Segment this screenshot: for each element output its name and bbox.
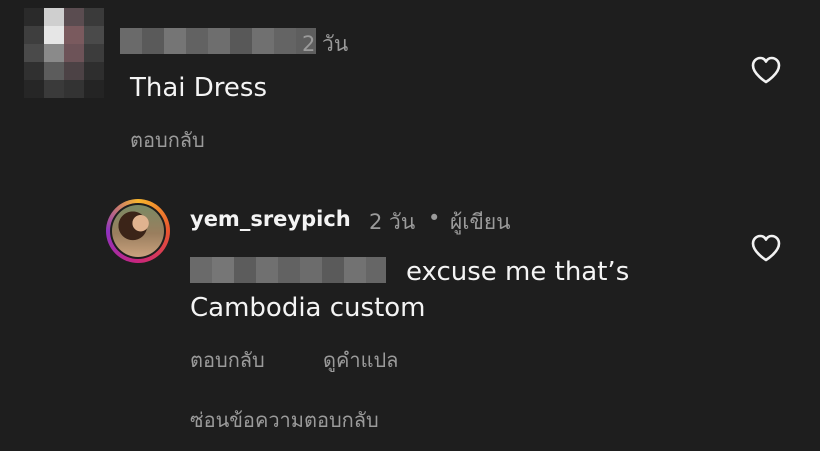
reply-reply-button[interactable]: ตอบกลับ (190, 344, 265, 376)
reply-text-line1: excuse me that’s (406, 257, 630, 287)
avatar-inner-ring (110, 203, 166, 259)
commenter-avatar-blurred[interactable] (24, 8, 104, 98)
reply-timestamp: 2 วัน (369, 210, 416, 234)
comment-timestamp: 2 วัน (302, 32, 349, 56)
reply-author-avatar[interactable] (106, 199, 170, 263)
reply-like-heart-icon[interactable] (750, 233, 782, 263)
commenter-username-blurred[interactable] (120, 28, 316, 54)
reply-username[interactable]: yem_sreypich (190, 207, 351, 231)
avatar-photo (112, 205, 164, 257)
comment-like-heart-icon[interactable] (750, 55, 782, 85)
hide-replies-button[interactable]: ซ่อนข้อความตอบกลับ (190, 404, 379, 436)
author-badge: ผู้เขียน (450, 210, 511, 234)
comment-reply-button[interactable]: ตอบกลับ (130, 124, 205, 156)
reply-text-line2: Cambodia custom (190, 293, 426, 323)
comment-text: Thai Dress (130, 73, 268, 103)
see-translation-button[interactable]: ดูคำแปล (323, 344, 398, 376)
reply-separator-dot: • (428, 206, 441, 230)
mentioned-username-blurred[interactable] (190, 257, 386, 283)
